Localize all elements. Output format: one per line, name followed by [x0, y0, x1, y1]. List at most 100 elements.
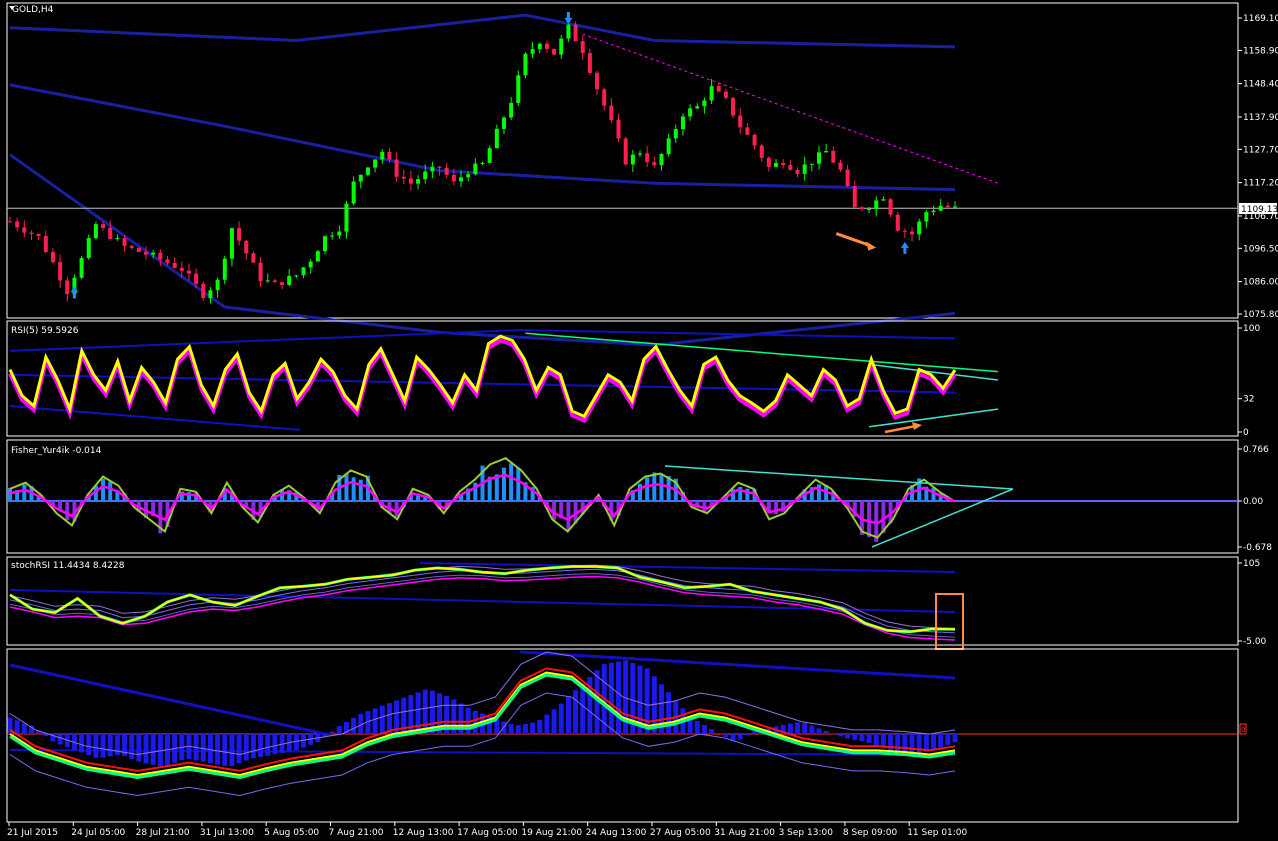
candle-body	[365, 167, 370, 175]
candle-body	[380, 152, 385, 160]
oscillator-bar	[845, 734, 851, 739]
candle-body	[709, 86, 714, 101]
axis-tick-label: 1148.40	[1243, 80, 1278, 90]
oscillator-bar	[100, 734, 106, 758]
candle-body	[29, 232, 34, 234]
candle-body	[723, 91, 728, 98]
oscillator-bar	[544, 714, 550, 734]
candle-body	[616, 119, 621, 139]
candle-body	[666, 138, 671, 155]
candle-body	[101, 224, 106, 228]
candle-body	[272, 280, 277, 283]
oscillator-bar	[243, 734, 249, 761]
candle-body	[573, 24, 578, 42]
candle-body	[79, 258, 84, 278]
oscillator-bar	[787, 723, 793, 734]
candle-body	[330, 235, 335, 237]
candle-body	[65, 280, 70, 295]
oscillator-bar	[222, 734, 228, 766]
time-tick-label: 8 Sep 09:00	[843, 828, 898, 838]
candle-body	[108, 227, 113, 239]
oscillator-bar	[852, 734, 858, 740]
time-tick-label: 3 Sep 13:00	[779, 828, 834, 838]
candle-body	[251, 253, 256, 263]
oscillator-bar	[752, 731, 758, 734]
candle-body	[115, 238, 120, 240]
fisher-histogram-bar	[22, 484, 27, 501]
candle-body	[201, 283, 206, 299]
candle-body	[845, 169, 850, 187]
candle-body	[487, 148, 492, 163]
time-tick-label: 19 Aug 21:00	[521, 828, 582, 838]
oscillator-bar	[265, 734, 271, 756]
candle-body	[602, 89, 607, 106]
candle-body	[945, 205, 950, 208]
candle-body	[373, 159, 378, 168]
candle-body	[716, 86, 721, 92]
oscillator-bar	[508, 724, 514, 734]
candle-body	[244, 240, 249, 254]
candle-body	[287, 275, 292, 285]
oscillator-bar	[931, 734, 937, 751]
oscillator-bar	[694, 720, 700, 734]
candle-body	[759, 145, 764, 158]
axis-tick-label: 1158.90	[1243, 46, 1278, 56]
candle-body	[237, 228, 242, 241]
oscillator-bar	[236, 734, 242, 764]
candle-body	[523, 53, 528, 76]
candle-body	[731, 97, 736, 116]
time-tick-label: 28 Jul 21:00	[136, 828, 190, 838]
oscillator-bar	[43, 734, 49, 737]
fisher-histogram-bar	[552, 500, 557, 520]
oscillator-bar	[351, 717, 357, 734]
axis-tick-label: 100	[1243, 324, 1260, 334]
oscillator-bar	[558, 703, 564, 734]
oscillator-bar	[802, 723, 808, 734]
candle-body	[351, 181, 356, 204]
oscillator-bar	[21, 722, 27, 734]
current-price-tag: 1109.13	[1241, 205, 1278, 215]
symbol-label[interactable]: GOLD,H4	[12, 5, 54, 15]
candle-body	[645, 153, 650, 163]
oscillator-bar	[816, 728, 822, 734]
candle-body	[824, 151, 829, 153]
fisher-histogram-bar	[816, 484, 821, 501]
candle-body	[781, 162, 786, 166]
time-tick-label: 7 Aug 21:00	[329, 828, 384, 838]
candle-body	[129, 245, 134, 248]
fisher-title: Fisher_Yur4ik -0.014	[11, 446, 102, 456]
candle-body	[144, 251, 149, 255]
candle-body	[208, 290, 213, 299]
oscillator-bar	[859, 734, 865, 742]
candle-body	[258, 262, 263, 282]
axis-tick-label: -5.00	[1243, 637, 1267, 647]
candle-body	[179, 267, 184, 271]
candle-body	[630, 154, 635, 165]
candle-body	[294, 275, 299, 277]
fisher-histogram-bar	[358, 479, 363, 501]
candle-body	[466, 174, 471, 178]
candle-body	[580, 41, 585, 53]
candle-body	[587, 52, 592, 73]
time-tick-label: 11 Sep 01:00	[907, 828, 967, 838]
fisher-histogram-bar	[344, 473, 349, 501]
fisher-histogram-bar	[509, 463, 514, 501]
candle-body	[809, 163, 814, 165]
candle-body	[938, 205, 943, 211]
fisher-histogram-bar	[394, 500, 399, 517]
candle-body	[401, 176, 406, 179]
oscillator-bar	[129, 734, 135, 759]
axis-tick-label: 0	[1243, 428, 1249, 438]
candle-body	[308, 261, 313, 268]
candle-body	[172, 262, 177, 268]
oscillator-bar	[522, 723, 528, 734]
oscillator-bar	[945, 734, 951, 745]
candle-body	[480, 162, 485, 164]
oscillator-bar	[866, 734, 872, 743]
candle-body	[437, 166, 442, 168]
candle-body	[344, 203, 349, 232]
time-tick-label: 31 Jul 13:00	[200, 828, 254, 838]
candle-body	[902, 230, 907, 232]
fisher-histogram-bar	[638, 483, 642, 501]
oscillator-bar	[938, 734, 944, 748]
